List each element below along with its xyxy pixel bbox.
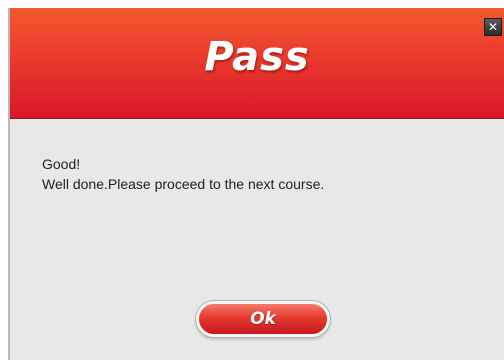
dialog-header: Pass ✕ bbox=[10, 8, 504, 119]
close-icon[interactable]: ✕ bbox=[484, 18, 502, 36]
ok-button-label: Ok bbox=[250, 309, 276, 329]
ok-button[interactable]: Ok bbox=[196, 301, 330, 337]
message-line-proceed: Well done.Please proceed to the next cou… bbox=[42, 176, 325, 192]
pass-dialog: Pass ✕ Good! Well done.Please proceed to… bbox=[8, 8, 504, 360]
dialog-title: Pass bbox=[204, 34, 310, 80]
message-line-good: Good! bbox=[42, 156, 81, 172]
dialog-message: Good! Well done.Please proceed to the ne… bbox=[42, 154, 324, 194]
